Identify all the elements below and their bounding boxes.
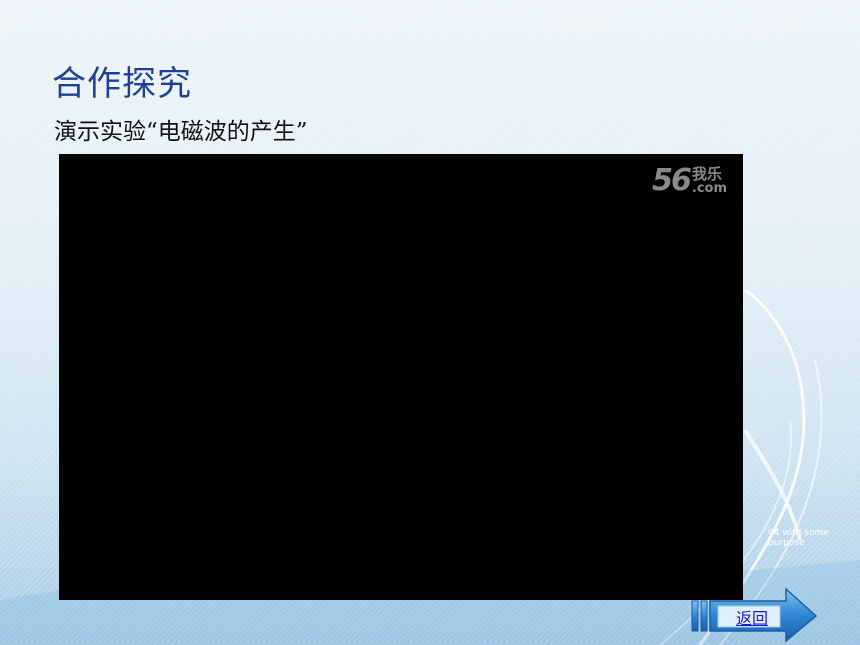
video-player[interactable]: 56 我乐 .com [59, 154, 743, 600]
return-button[interactable]: 返回 [690, 587, 820, 643]
slide-subtitle: 演示实验“电磁波的产生” [54, 119, 308, 145]
watermark-number: 56 [652, 163, 692, 198]
slide-title: 合作探究 [52, 64, 192, 104]
return-button-label[interactable]: 返回 [736, 605, 768, 629]
watermark-com: .com [691, 181, 727, 196]
background-caption: 04 with some purpose [768, 528, 829, 548]
watermark-cn: 我乐 [691, 165, 722, 183]
video-watermark-logo: 56 我乐 .com [652, 166, 727, 196]
slide: 合作探究 演示实验“电磁波的产生” 56 我乐 .com 04 with som… [0, 0, 860, 645]
